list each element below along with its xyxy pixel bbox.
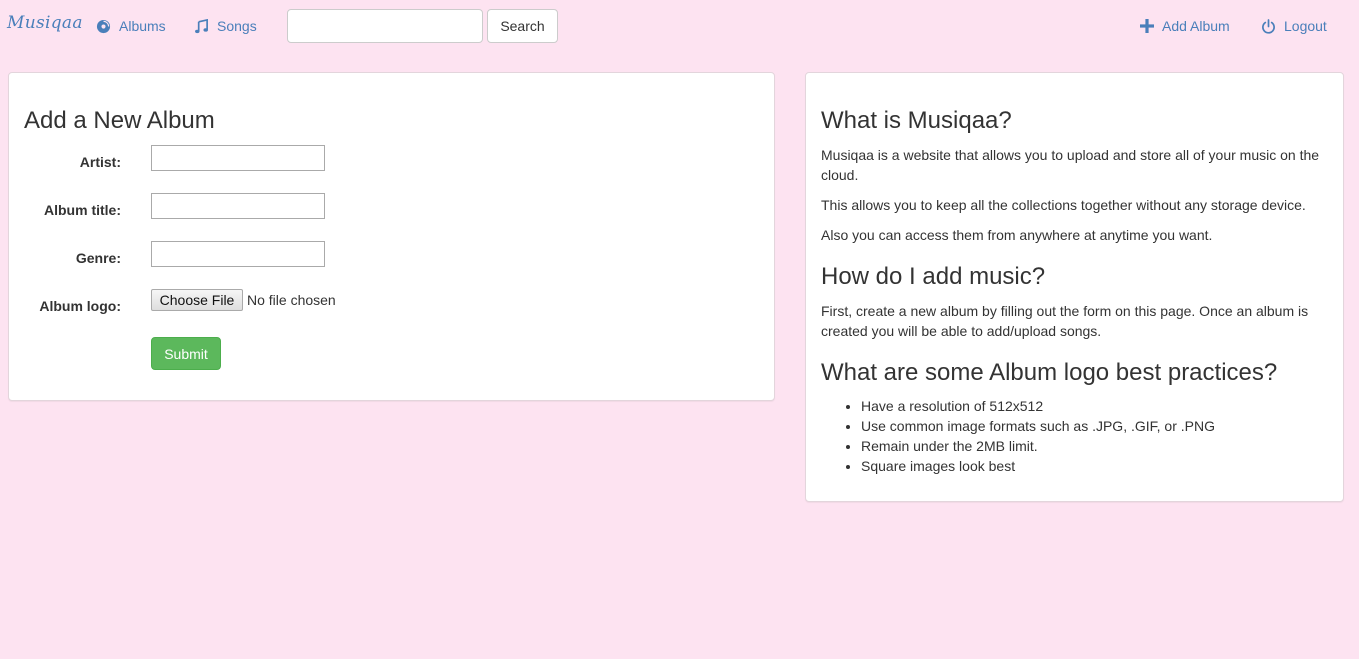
what-is-paragraph-2: This allows you to keep all the collecti…: [821, 197, 1306, 213]
no-file-status: No file chosen: [247, 292, 336, 308]
nav-add-album-link[interactable]: Add Album: [1140, 17, 1230, 35]
list-item: Remain under the 2MB limit.: [861, 436, 1215, 456]
album-title-input[interactable]: [151, 193, 325, 219]
add-album-panel: Add a New Album Artist: Album title: Gen…: [8, 72, 775, 401]
logo-tips-list: Have a resolution of 512x512 Use common …: [861, 396, 1215, 476]
choose-file-button[interactable]: Choose File: [151, 289, 243, 311]
navbar: Musiqaa Albums Songs Search Add Album Lo…: [0, 0, 1359, 52]
artist-input[interactable]: [151, 145, 325, 171]
plus-icon: [1140, 19, 1154, 33]
nav-logout-label: Logout: [1284, 18, 1327, 34]
nav-songs-link[interactable]: Songs: [194, 17, 257, 35]
power-icon: [1262, 18, 1275, 34]
how-add-heading: How do I add music?: [821, 263, 1046, 290]
what-is-heading: What is Musiqaa?: [821, 107, 1012, 134]
nav-logout-link[interactable]: Logout: [1261, 17, 1327, 35]
logo-tips-heading: What are some Album logo best practices?: [821, 359, 1278, 386]
album-title-label: Album title:: [44, 202, 121, 218]
nav-songs-label: Songs: [217, 18, 257, 34]
nav-albums-link[interactable]: Albums: [96, 17, 166, 35]
form-title: Add a New Album: [24, 107, 215, 134]
brand-logo[interactable]: Musiqaa: [7, 13, 83, 33]
what-is-paragraph-3: Also you can access them from anywhere a…: [821, 227, 1213, 243]
nav-add-album-label: Add Album: [1162, 18, 1230, 34]
music-note-icon: [195, 18, 208, 33]
list-item: Have a resolution of 512x512: [861, 396, 1215, 416]
artist-label: Artist:: [79, 154, 121, 170]
disc-icon: [96, 19, 111, 33]
submit-button[interactable]: Submit: [151, 337, 221, 370]
what-is-paragraph-1: Musiqaa is a website that allows you to …: [821, 147, 1320, 183]
nav-albums-label: Albums: [119, 18, 166, 34]
info-panel: What is Musiqaa? Musiqaa is a website th…: [805, 72, 1344, 502]
list-item: Use common image formats such as .JPG, .…: [861, 416, 1215, 436]
genre-label: Genre:: [75, 250, 121, 266]
search-input[interactable]: [287, 9, 483, 43]
album-logo-label: Album logo:: [39, 298, 121, 314]
search-button[interactable]: Search: [487, 9, 558, 43]
genre-input[interactable]: [151, 241, 325, 267]
how-add-paragraph: First, create a new album by filling out…: [821, 303, 1309, 339]
list-item: Square images look best: [861, 456, 1215, 476]
